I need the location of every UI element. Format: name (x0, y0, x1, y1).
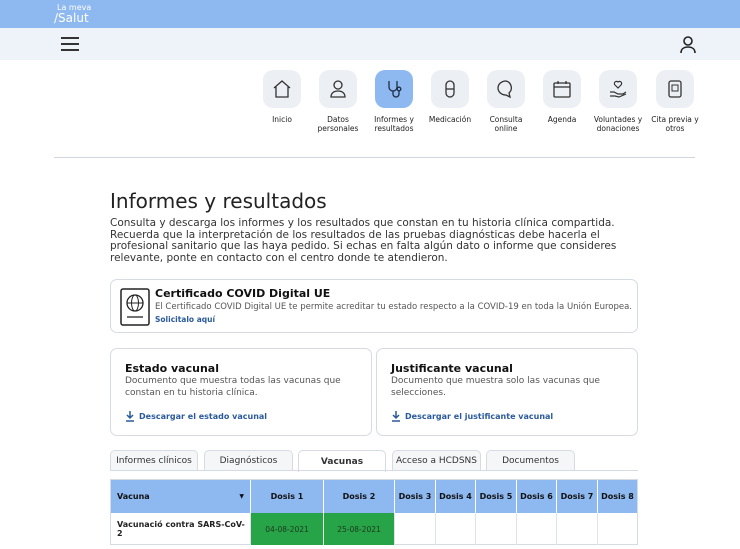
covid-card-description: El Certificado COVID Digital UE te permi… (155, 302, 633, 312)
column-header-vacuna[interactable]: Vacuna ▼ (111, 480, 251, 513)
page-intro: Consulta y descarga los informes y los r… (110, 217, 617, 264)
menu-label: Datos personales (317, 115, 359, 133)
table-cell-dose-6 (517, 513, 557, 545)
table-cell-dose-5 (476, 513, 517, 545)
column-header-dosis-3: Dosis 3 (395, 480, 436, 513)
tab-documentos[interactable]: Documentos (486, 450, 575, 471)
tab-vacunas[interactable]: Vacunas (298, 450, 386, 472)
menu-item-medicacion[interactable]: Medicación (422, 70, 478, 124)
vaccine-status-title: Estado vacunal (125, 362, 219, 375)
vaccine-proof-card: Justificante vacunal Documento que muest… (376, 348, 638, 436)
table-cell-dose-7 (557, 513, 598, 545)
menu-label: Inicio (272, 115, 292, 124)
column-header-dosis-8: Dosis 8 (598, 480, 637, 513)
download-vaccine-proof-label: Descargar el justificante vacunal (405, 411, 554, 421)
menu-label: Agenda (547, 115, 577, 124)
person-icon (319, 70, 357, 108)
top-bar: La meva /Salut (0, 0, 740, 28)
download-vaccine-status-label: Descargar el estado vacunal (139, 411, 268, 421)
menu-item-cita-previa[interactable]: Cita previa y otros (647, 70, 703, 133)
menu-label: Medicación (428, 115, 472, 124)
tablet-icon (656, 70, 694, 108)
stethoscope-icon (375, 70, 413, 108)
table-cell-dose-2: 25-08-2021 (324, 513, 395, 545)
download-icon (392, 411, 400, 422)
menu-label: Informes y resultados (374, 115, 414, 133)
tab-diagnosticos[interactable]: Diagnósticos (204, 450, 293, 471)
main-menu: Inicio Datos personales Informes y resul… (0, 70, 740, 150)
menu-item-informes[interactable]: Informes y resultados (366, 70, 422, 133)
table-cell-dose-1: 04-08-2021 (251, 513, 324, 545)
column-header-dosis-2: Dosis 2 (324, 480, 395, 513)
vaccine-proof-description: Documento que muestra solo las vacunas q… (391, 376, 600, 398)
tab-informes-clinicos[interactable]: Informes clínicos (110, 450, 198, 471)
table-cell-dose-8 (598, 513, 637, 545)
home-icon (263, 70, 301, 108)
menu-item-voluntades[interactable]: Voluntades y donaciones (590, 70, 646, 133)
column-header-dosis-6: Dosis 6 (517, 480, 557, 513)
app-logo[interactable]: La meva /Salut (54, 2, 91, 24)
sort-arrow-icon: ▼ (239, 493, 244, 500)
table-cell-vaccine-name: Vacunació contra SARS-CoV-2 (111, 513, 251, 545)
vaccine-status-card: Estado vacunal Documento que muestra tod… (110, 348, 372, 436)
chat-icon (487, 70, 525, 108)
vaccine-proof-title: Justificante vacunal (391, 362, 513, 375)
menu-item-datos-personales[interactable]: Datos personales (310, 70, 366, 133)
menu-label: Cita previa y otros (651, 115, 699, 133)
download-icon (126, 411, 134, 422)
menu-label: Voluntades y donaciones (593, 115, 643, 133)
table-cell-dose-3 (395, 513, 436, 545)
column-header-label: Vacuna (117, 492, 150, 501)
column-header-dosis-5: Dosis 5 (476, 480, 517, 513)
covid-certificate-card: Certificado COVID Digital UE El Certific… (110, 279, 638, 333)
column-header-dosis-7: Dosis 7 (557, 480, 598, 513)
menu-item-inicio[interactable]: Inicio (254, 70, 310, 124)
tab-acceso-hcdsns[interactable]: Acceso a HCDSNS (392, 450, 481, 471)
logo-line2: /Salut (54, 11, 89, 25)
user-icon[interactable] (680, 36, 696, 54)
download-vaccine-status-link[interactable]: Descargar el estado vacunal (125, 410, 267, 422)
nav-bar (0, 28, 740, 60)
table-cell-dose-4 (436, 513, 476, 545)
download-vaccine-proof-link[interactable]: Descargar el justificante vacunal (391, 410, 553, 422)
tab-underline (110, 470, 638, 471)
vaccine-status-description: Documento que muestra todas las vacunas … (125, 376, 341, 398)
request-certificate-link[interactable]: Solicitalo aquí (155, 315, 215, 324)
vaccines-table: Vacuna ▼ Dosis 1 Dosis 2 Dosis 3 Dosis 4… (110, 479, 638, 545)
divider (54, 157, 695, 158)
covid-card-title: Certificado COVID Digital UE (155, 287, 331, 300)
column-header-dosis-4: Dosis 4 (436, 480, 476, 513)
hand-heart-icon (599, 70, 637, 108)
menu-label: Consulta online (489, 115, 523, 133)
menu-item-agenda[interactable]: Agenda (534, 70, 590, 124)
column-header-dosis-1: Dosis 1 (251, 480, 324, 513)
calendar-icon (543, 70, 581, 108)
hamburger-icon[interactable] (61, 37, 79, 51)
page-title: Informes y resultados (110, 189, 327, 213)
tab-bar: Informes clínicos Diagnósticos Vacunas A… (110, 450, 638, 472)
pill-icon (431, 70, 469, 108)
passport-icon (120, 288, 150, 326)
menu-item-consulta-online[interactable]: Consulta online (478, 70, 534, 133)
